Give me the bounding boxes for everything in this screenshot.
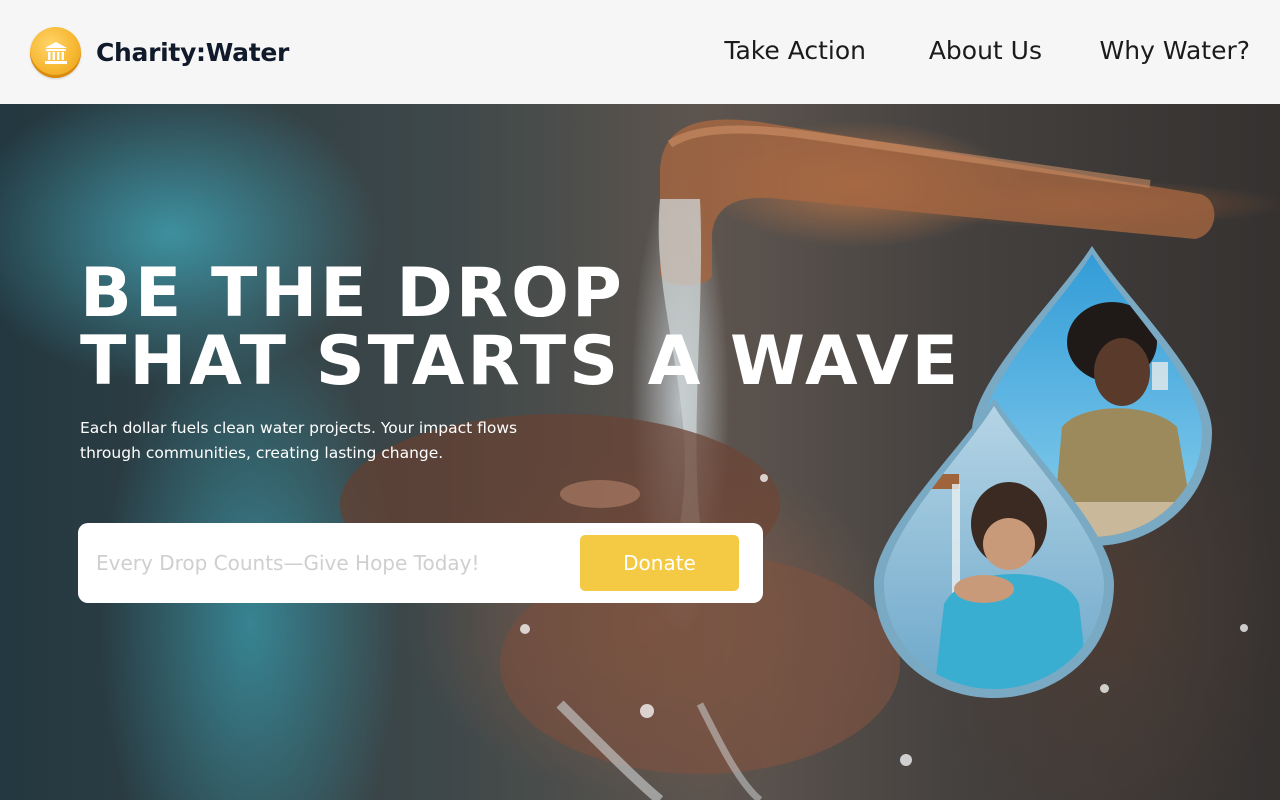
hero-subtext: Each dollar fuels clean water projects. … xyxy=(80,419,518,462)
headline-line-2: THAT STARTS A WAVE xyxy=(80,322,962,401)
hero-headline: BE THE DROP THAT STARTS A WAVE xyxy=(80,260,961,396)
brand-name: Charity:Water xyxy=(96,38,290,67)
headline-line-1: BE THE DROP xyxy=(80,254,625,333)
brand-logo[interactable]: Charity:Water xyxy=(30,27,289,78)
droplet-image-girl-at-tap xyxy=(874,398,1114,698)
hero-section: BE THE DROP THAT STARTS A WAVE Each doll… xyxy=(0,104,1280,800)
bank-icon xyxy=(30,27,81,78)
donate-button[interactable]: Donate xyxy=(580,535,739,591)
nav-about-us[interactable]: About Us xyxy=(929,36,1042,65)
donate-bar: Donate xyxy=(78,523,763,603)
donation-input[interactable] xyxy=(96,543,566,583)
site-header: Charity:Water Take Action About Us Why W… xyxy=(0,0,1280,104)
nav-why-water[interactable]: Why Water? xyxy=(1100,36,1250,65)
nav-take-action[interactable]: Take Action xyxy=(724,36,866,65)
